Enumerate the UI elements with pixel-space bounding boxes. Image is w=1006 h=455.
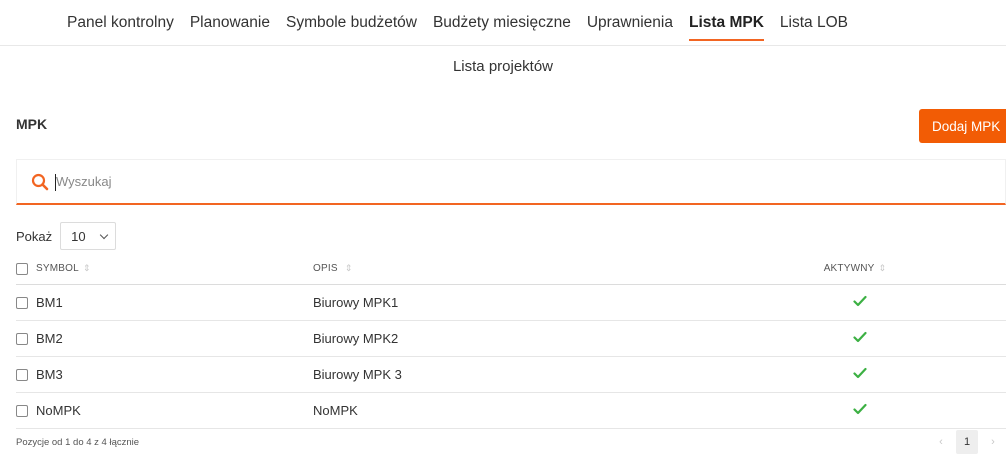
chevron-down-icon bbox=[99, 230, 109, 239]
page-size-value: 10 bbox=[71, 228, 86, 244]
search-box bbox=[16, 159, 1006, 205]
nav-item-panel-kontrolny[interactable]: Panel kontrolny bbox=[67, 14, 174, 40]
page-title: Lista projektów bbox=[452, 58, 554, 75]
page-size-control: Pokaż 10 bbox=[16, 222, 117, 250]
row-checkbox[interactable] bbox=[16, 296, 28, 309]
table-row[interactable]: BM1 Biurowy MPK1 bbox=[16, 285, 1006, 321]
row-checkbox[interactable] bbox=[16, 368, 28, 381]
check-icon bbox=[852, 403, 867, 418]
cell-symbol: BM2 bbox=[36, 331, 63, 346]
search-input[interactable] bbox=[56, 174, 656, 189]
cell-opis: NoMPK bbox=[313, 403, 358, 418]
row-checkbox[interactable] bbox=[16, 332, 28, 345]
nav-item-uprawnienia[interactable]: Uprawnienia bbox=[587, 14, 673, 40]
page-size-select[interactable]: 10 bbox=[60, 222, 117, 250]
nav-item-lista-mpk[interactable]: Lista MPK bbox=[688, 14, 764, 41]
table-row[interactable]: BM2 Biurowy MPK2 bbox=[16, 321, 1006, 357]
mpk-table: SYMBOL ⇕ OPIS ⇕ AKTYWNY ⇕ BM1 Biurowy MP… bbox=[16, 253, 1006, 429]
nav-list: Panel kontrolny Planowanie Symbole budże… bbox=[67, 14, 848, 41]
prev-page-icon[interactable]: ‹ bbox=[930, 430, 952, 454]
next-page-icon[interactable]: › bbox=[982, 430, 1004, 454]
table-row[interactable]: NoMPK NoMPK bbox=[16, 393, 1006, 429]
cell-symbol: BM3 bbox=[36, 367, 63, 382]
pagination: ‹ 1 › bbox=[930, 430, 1004, 454]
top-nav: Panel kontrolny Planowanie Symbole budże… bbox=[0, 0, 1006, 46]
table-row[interactable]: BM3 Biurowy MPK 3 bbox=[16, 357, 1006, 393]
page-number-button[interactable]: 1 bbox=[956, 430, 978, 454]
column-header-opis[interactable]: OPIS bbox=[313, 263, 338, 274]
cell-opis: Biurowy MPK2 bbox=[313, 331, 399, 346]
nav-item-budzety-miesieczne[interactable]: Budżety miesięczne bbox=[433, 14, 571, 40]
cell-opis: Biurowy MPK1 bbox=[313, 295, 399, 310]
section-title: MPK bbox=[16, 116, 48, 132]
column-header-symbol[interactable]: SYMBOL bbox=[36, 263, 79, 274]
nav-item-lista-lob[interactable]: Lista LOB bbox=[780, 14, 848, 40]
cell-symbol: BM1 bbox=[36, 295, 63, 310]
cell-symbol: NoMPK bbox=[36, 403, 81, 418]
table-header: SYMBOL ⇕ OPIS ⇕ AKTYWNY ⇕ bbox=[16, 253, 1006, 285]
column-header-aktywny[interactable]: AKTYWNY bbox=[824, 263, 875, 274]
text-caret bbox=[55, 174, 56, 191]
page-size-label: Pokaż bbox=[16, 228, 53, 244]
row-checkbox[interactable] bbox=[16, 404, 28, 417]
search-icon bbox=[31, 172, 51, 192]
sort-icon[interactable]: ⇕ bbox=[879, 263, 887, 274]
nav-item-planowanie[interactable]: Planowanie bbox=[190, 14, 270, 40]
add-mpk-button[interactable]: Dodaj MPK bbox=[919, 109, 1006, 143]
nav-item-symbole-budzetow[interactable]: Symbole budżetów bbox=[286, 14, 417, 40]
sort-icon[interactable]: ⇕ bbox=[345, 263, 353, 274]
check-icon bbox=[852, 331, 867, 346]
check-icon bbox=[852, 367, 867, 382]
table-summary: Pozycje od 1 do 4 z 4 łącznie bbox=[16, 437, 140, 448]
sort-icon[interactable]: ⇕ bbox=[83, 263, 91, 274]
check-icon bbox=[852, 295, 867, 310]
select-all-checkbox[interactable] bbox=[16, 262, 28, 275]
cell-opis: Biurowy MPK 3 bbox=[313, 367, 402, 382]
